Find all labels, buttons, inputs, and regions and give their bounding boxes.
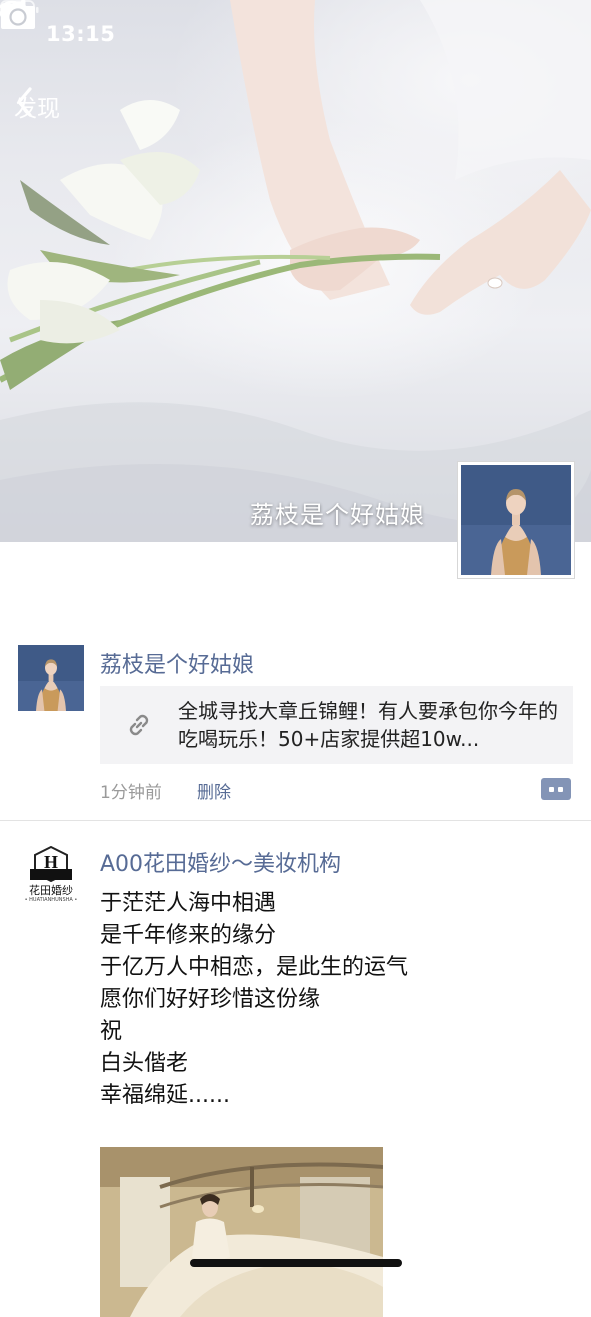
link-title: 全城寻找大章丘锦鲤！有人要承包你今年的吃喝玩乐！50+店家提供超10w...: [178, 699, 558, 751]
divider: [0, 820, 591, 821]
post-text: 于茫茫人海中相遇 是千年修来的缘分 于亿万人中相恋，是此生的运气 愿你们好好珍惜…: [100, 891, 409, 1108]
delete-button[interactable]: 删除: [197, 778, 231, 803]
wedding-photo-image: [100, 1147, 383, 1317]
camera-icon[interactable]: [0, 0, 36, 30]
post-photo[interactable]: [100, 1147, 383, 1317]
logo-mark: H: [30, 846, 72, 882]
avatar-portrait-image: [461, 465, 571, 575]
profile-avatar[interactable]: [457, 461, 575, 579]
post-time: 1分钟前: [100, 783, 162, 803]
link-icon: [129, 714, 149, 736]
avatar-portrait-image: [18, 645, 84, 711]
home-indicator[interactable]: [190, 1259, 402, 1267]
post-author[interactable]: 荔枝是个好姑娘: [100, 647, 254, 679]
moment-post: H 花田婚纱 • HUATIANHUNSHA • A00花田婚纱～美妆机构 于茫…: [0, 846, 591, 1317]
back-chevron-icon: [17, 87, 32, 117]
moment-post: 荔枝是个好姑娘 全城寻找大章丘锦鲤！有人要承包你今年的吃喝玩乐！50+店家提供超…: [0, 644, 591, 819]
shared-link-card[interactable]: 全城寻找大章丘锦鲤！有人要承包你今年的吃喝玩乐！50+店家提供超10w...: [100, 686, 573, 764]
back-button[interactable]: 发现: [14, 86, 60, 126]
comment-icon[interactable]: [541, 778, 571, 800]
status-time: 13:15: [46, 22, 116, 46]
cover-username: 荔枝是个好姑娘: [250, 501, 425, 529]
logo-text: 花田婚纱: [29, 884, 73, 897]
status-bar: 13:15: [0, 0, 591, 70]
post-avatar[interactable]: H 花田婚纱 • HUATIANHUNSHA •: [18, 846, 84, 912]
logo-letter: H: [44, 852, 58, 872]
post-avatar[interactable]: [18, 645, 84, 711]
logo-subtext: • HUATIANHUNSHA •: [24, 897, 78, 903]
brand-logo: H 花田婚纱 • HUATIANHUNSHA •: [18, 846, 84, 912]
post-author[interactable]: A00花田婚纱～美妆机构: [100, 846, 341, 878]
